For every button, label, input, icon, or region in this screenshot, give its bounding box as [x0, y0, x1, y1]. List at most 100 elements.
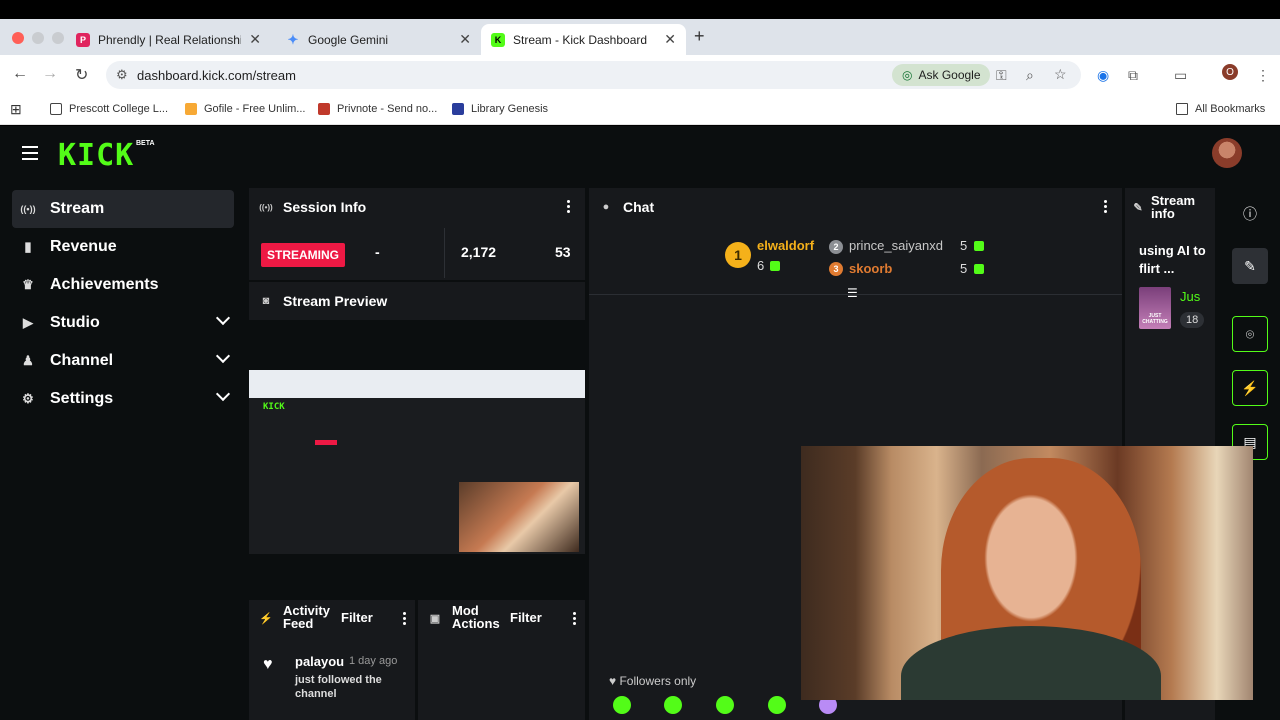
emote-icon[interactable] [664, 696, 682, 714]
emote-icon[interactable] [613, 696, 631, 714]
channel-icon: ♟ [22, 353, 34, 368]
gift-icon [770, 261, 780, 271]
webcam-overlay [801, 446, 1253, 700]
hamburger-menu-icon[interactable] [22, 146, 38, 160]
reload-button[interactable]: ↻ [75, 65, 88, 85]
top-gifter-2-count: 5 [960, 238, 968, 253]
rank-3-badge: 3 [829, 262, 843, 276]
gemini-favicon-icon: ✦ [287, 31, 299, 47]
shield-icon: ▣ [429, 613, 441, 625]
all-bookmarks-button[interactable]: All Bookmarks [1176, 103, 1265, 115]
sidebar-item-channel[interactable]: ♟ Channel [12, 342, 234, 380]
sidebar-item-label: Channel [50, 352, 114, 369]
stream-preview-video[interactable]: KICK [249, 370, 585, 554]
bookmark-privnote[interactable]: Privnote - Send no... [318, 103, 437, 115]
sidebar-item-label: Revenue [50, 238, 117, 255]
bookmark-gofile[interactable]: Gofile - Free Unlim... [185, 103, 305, 115]
user-avatar[interactable] [1212, 138, 1242, 168]
close-tab-icon[interactable]: ✕ [249, 31, 261, 48]
all-bookmarks-label: All Bookmarks [1195, 103, 1266, 115]
more-options-icon[interactable] [573, 612, 577, 627]
site-info-icon[interactable]: ⚙ [116, 67, 128, 83]
maximize-window-button[interactable] [52, 32, 64, 44]
bookmark-star-icon[interactable]: ☆ [1054, 66, 1067, 83]
gift-icon [974, 264, 984, 274]
mod-actions-panel: ▣ Mod Actions Filter [418, 600, 585, 720]
sidebar-item-studio[interactable]: ▶ Studio [12, 304, 234, 342]
zoom-icon[interactable]: ⌕ [1026, 67, 1034, 84]
forward-button[interactable]: → [42, 65, 58, 83]
chevron-down-icon[interactable] [215, 386, 231, 402]
more-options-icon[interactable] [1104, 200, 1108, 215]
extensions-puzzle-icon[interactable]: ⧉ [1128, 67, 1138, 84]
activity-feed-panel: ⚡ Activity Feed Filter ♥ palayou 1 day a… [249, 600, 415, 720]
stream-preview-panel: ◙ Stream Preview KICK [249, 282, 585, 600]
browser-tab-phrendly[interactable]: P Phrendly | Real Relationships ✕ [66, 24, 271, 55]
category-name[interactable]: Jus [1180, 289, 1200, 304]
preview-browser-chrome [249, 370, 585, 398]
password-key-icon[interactable]: ⚿ [996, 67, 1007, 84]
close-window-button[interactable] [12, 32, 24, 44]
panel-title: Stream Preview [283, 293, 388, 309]
activity-user[interactable]: palayou [295, 654, 344, 669]
gear-icon: ⚙ [22, 391, 34, 406]
subscribers-value: 53 [555, 244, 571, 260]
emote-icon[interactable] [716, 696, 734, 714]
apps-grid-icon[interactable]: ⊞ [10, 101, 22, 118]
edit-stream-icon[interactable]: ✎ [1232, 248, 1268, 284]
lightning-action-icon[interactable]: ⚡ [1232, 370, 1268, 406]
new-tab-button[interactable]: + [694, 26, 705, 47]
back-button[interactable]: ← [12, 65, 28, 83]
cast-icon[interactable]: ▭ [1174, 67, 1187, 84]
more-options-icon[interactable] [567, 200, 571, 215]
bookmark-label: Privnote - Send no... [337, 103, 438, 115]
chevron-down-icon[interactable] [215, 310, 231, 326]
panel-title: Mod Actions [452, 603, 500, 631]
top-gifter-3-name[interactable]: skoorb [849, 261, 892, 276]
divider [444, 228, 445, 278]
minimize-window-button[interactable] [32, 32, 44, 44]
emote-icon[interactable] [768, 696, 786, 714]
top-gifter-2-name[interactable]: prince_saiyanxd [849, 238, 943, 253]
top-gifter-1-count: 6 [757, 258, 765, 273]
category-thumbnail[interactable]: JUST CHATTING [1139, 287, 1171, 329]
uptime-value: - [375, 244, 380, 260]
sidebar-item-revenue[interactable]: ▮ Revenue [12, 228, 234, 266]
kick-logo[interactable]: KICK [58, 138, 134, 173]
viewer-count-badge: 18 [1180, 312, 1205, 328]
more-options-icon[interactable] [403, 612, 407, 627]
extension-circle-icon[interactable]: ◉ [1097, 67, 1109, 84]
close-tab-icon[interactable]: ✕ [664, 31, 676, 48]
panel-title: Session Info [283, 199, 367, 215]
panel-title: Activity Feed [283, 603, 330, 631]
activity-event: just followed the channel [295, 674, 382, 700]
sidebar-item-stream[interactable]: ((•)) Stream [12, 190, 234, 228]
top-gifter-1-name[interactable]: elwaldorf [757, 238, 814, 253]
browser-tab-kick-dashboard[interactable]: K Stream - Kick Dashboard ✕ [481, 24, 686, 55]
bookmark-label: Gofile - Free Unlim... [204, 103, 306, 115]
info-icon[interactable]: ⓘ [1232, 196, 1268, 232]
followers-value: 2,172 [461, 244, 497, 260]
panel-header: ▣ Mod Actions Filter [418, 600, 585, 634]
sidebar-item-achievements[interactable]: ♛ Achievements [12, 266, 234, 304]
revenue-chart-icon: ▮ [24, 239, 32, 254]
filter-button[interactable]: Filter [341, 610, 373, 625]
filter-button[interactable]: Filter [510, 610, 542, 625]
beta-tag: BETA [136, 140, 155, 147]
screenshot-icon[interactable]: ⌾ [1232, 316, 1268, 352]
bookmark-label: Library Genesis [471, 103, 549, 115]
profile-avatar-icon[interactable]: O [1222, 64, 1238, 80]
close-tab-icon[interactable]: ✕ [459, 31, 471, 48]
address-bar[interactable]: ⚙ dashboard.kick.com/stream ◎ Ask Google… [106, 61, 1081, 89]
browser-tab-gemini[interactable]: ✦ Google Gemini ✕ [276, 24, 481, 55]
panel-title: Stream info [1151, 193, 1196, 221]
bookmark-library-genesis[interactable]: Library Genesis [452, 103, 548, 115]
collapse-leaderboard-icon[interactable]: ☰ [847, 286, 858, 300]
sidebar-item-settings[interactable]: ⚙ Settings [12, 380, 234, 418]
ask-google-button[interactable]: ◎ Ask Google [892, 64, 990, 86]
trophy-icon: ♛ [22, 277, 34, 292]
browser-menu-icon[interactable]: ⋮ [1256, 67, 1270, 84]
bookmark-prescott[interactable]: Prescott College L... [50, 103, 168, 115]
session-info-panel: ((•)) Session Info STREAMING - 2,172 53 [249, 188, 585, 280]
chevron-down-icon[interactable] [215, 348, 231, 364]
